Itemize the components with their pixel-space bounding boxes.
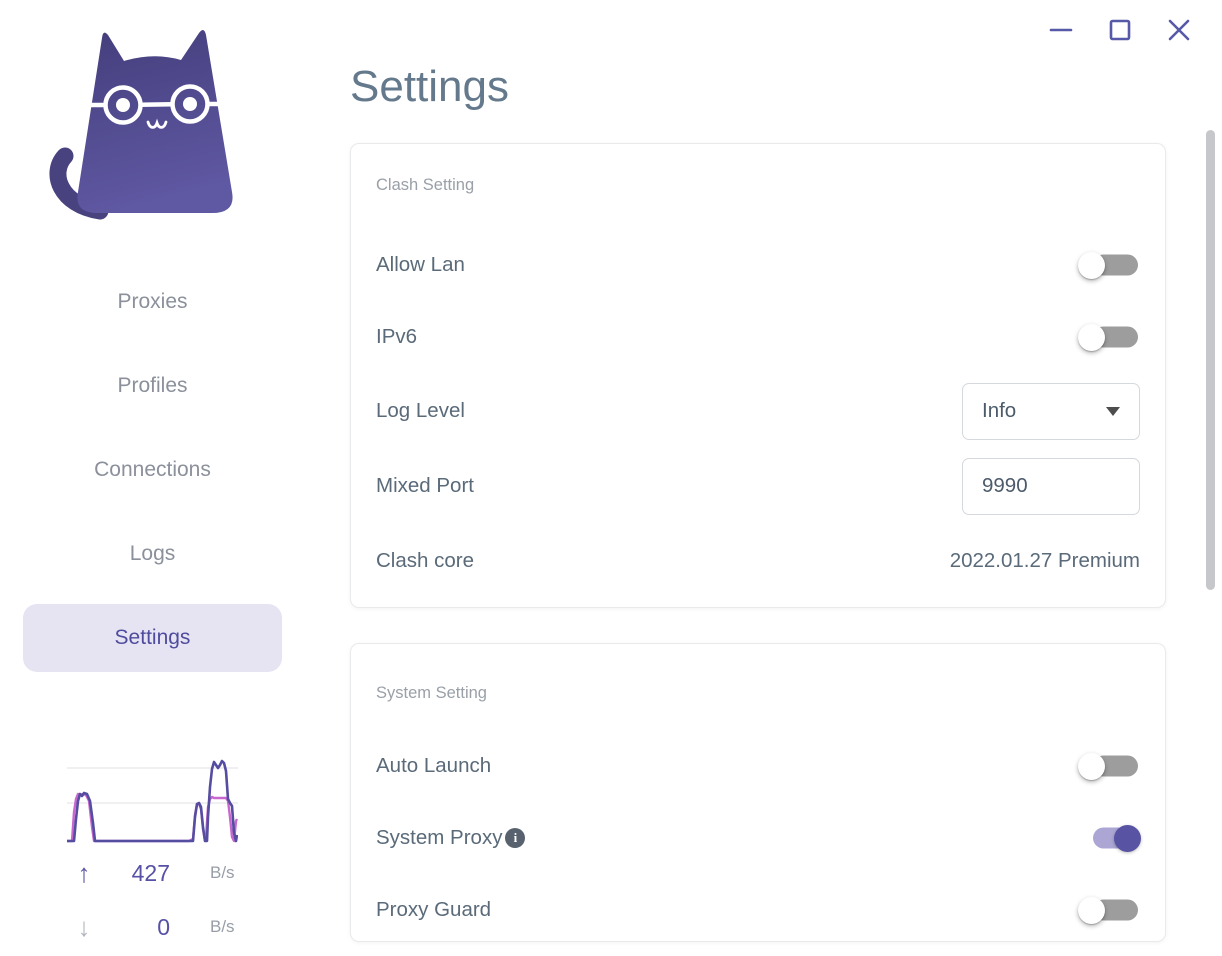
scrollbar-thumb[interactable]	[1206, 130, 1215, 590]
sidebar-item-settings[interactable]: Settings	[23, 604, 282, 672]
toggle-thumb	[1114, 824, 1141, 852]
mixed-port-row: Mixed Port	[376, 457, 1140, 515]
auto-launch-toggle[interactable]	[1078, 749, 1140, 783]
system-proxy-toggle[interactable]	[1078, 821, 1141, 855]
maximize-button[interactable]	[1106, 16, 1134, 44]
sidebar-item-proxies[interactable]: Proxies	[23, 268, 282, 336]
download-speed-value: 0	[157, 913, 170, 940]
system-proxy-label: System Proxy i	[376, 826, 526, 850]
cat-body	[77, 29, 233, 213]
toggle-thumb	[1078, 752, 1105, 780]
upload-speed-unit: B/s	[210, 863, 235, 882]
ipv6-row: IPv6	[376, 308, 1140, 366]
download-arrow-icon: ↓	[77, 912, 91, 942]
upload-arrow-icon: ↑	[77, 858, 91, 888]
toggle-thumb	[1078, 896, 1105, 924]
clash-cat-logo	[49, 29, 233, 220]
clash-core-row: Clash core 2022.01.27 Premium	[376, 532, 1140, 590]
log-level-row: Log Level Info	[376, 382, 1140, 440]
log-level-label: Log Level	[376, 399, 465, 422]
proxy-guard-label: Proxy Guard	[376, 898, 492, 921]
minimize-button[interactable]	[1047, 16, 1075, 44]
toggle-thumb	[1078, 323, 1105, 351]
upload-speed-row: ↑ 427 B/s	[64, 855, 244, 891]
clash-core-version: 2022.01.27 Premium	[949, 549, 1140, 572]
minimize-icon	[1049, 28, 1073, 32]
sidebar: Proxies Profiles Connections Logs Settin…	[0, 0, 305, 956]
chevron-down-icon	[1106, 406, 1120, 416]
mixed-port-label: Mixed Port	[376, 474, 474, 497]
info-icon[interactable]: i	[505, 828, 526, 848]
maximize-icon	[1109, 19, 1131, 41]
download-speed-row: ↓ 0 B/s	[64, 909, 244, 945]
close-icon	[1168, 19, 1190, 41]
download-speed-unit: B/s	[210, 917, 235, 936]
upload-speed-value: 427	[131, 859, 170, 886]
clash-core-label: Clash core	[376, 549, 474, 572]
allow-lan-row: Allow Lan	[376, 236, 1140, 294]
mixed-port-input[interactable]	[962, 457, 1140, 515]
ipv6-toggle[interactable]	[1078, 320, 1140, 354]
system-setting-card: System Setting Auto Launch System Proxy …	[350, 643, 1166, 942]
proxy-guard-toggle[interactable]	[1078, 893, 1140, 927]
allow-lan-label: Allow Lan	[376, 253, 465, 276]
sidebar-item-logs[interactable]: Logs	[23, 520, 282, 588]
page-title: Settings	[350, 62, 509, 111]
clash-setting-section-label: Clash Setting	[376, 176, 475, 194]
traffic-sparkline	[67, 759, 238, 843]
sidebar-item-connections[interactable]: Connections	[23, 436, 282, 504]
cat-eye-left	[116, 98, 130, 112]
clash-setting-card: Clash Setting Allow Lan IPv6 Log Level I…	[350, 143, 1166, 608]
system-proxy-row: System Proxy i	[376, 809, 1141, 867]
sidebar-item-profiles[interactable]: Profiles	[23, 352, 282, 420]
log-level-select[interactable]: Info	[962, 382, 1140, 440]
proxy-guard-row: Proxy Guard	[376, 881, 1140, 939]
log-level-selected-value: Info	[982, 399, 1017, 422]
auto-launch-label: Auto Launch	[376, 754, 492, 777]
toggle-thumb	[1078, 251, 1105, 279]
cat-eye-right	[183, 97, 197, 111]
allow-lan-toggle[interactable]	[1078, 248, 1140, 282]
upload-line	[67, 759, 238, 843]
close-button[interactable]	[1165, 16, 1193, 44]
auto-launch-row: Auto Launch	[376, 737, 1140, 795]
window-controls	[1047, 16, 1193, 44]
system-proxy-label-text: System Proxy	[376, 826, 503, 849]
system-setting-section-label: System Setting	[376, 684, 487, 702]
sidebar-nav: Proxies Profiles Connections Logs Settin…	[23, 268, 282, 688]
ipv6-label: IPv6	[376, 325, 418, 348]
